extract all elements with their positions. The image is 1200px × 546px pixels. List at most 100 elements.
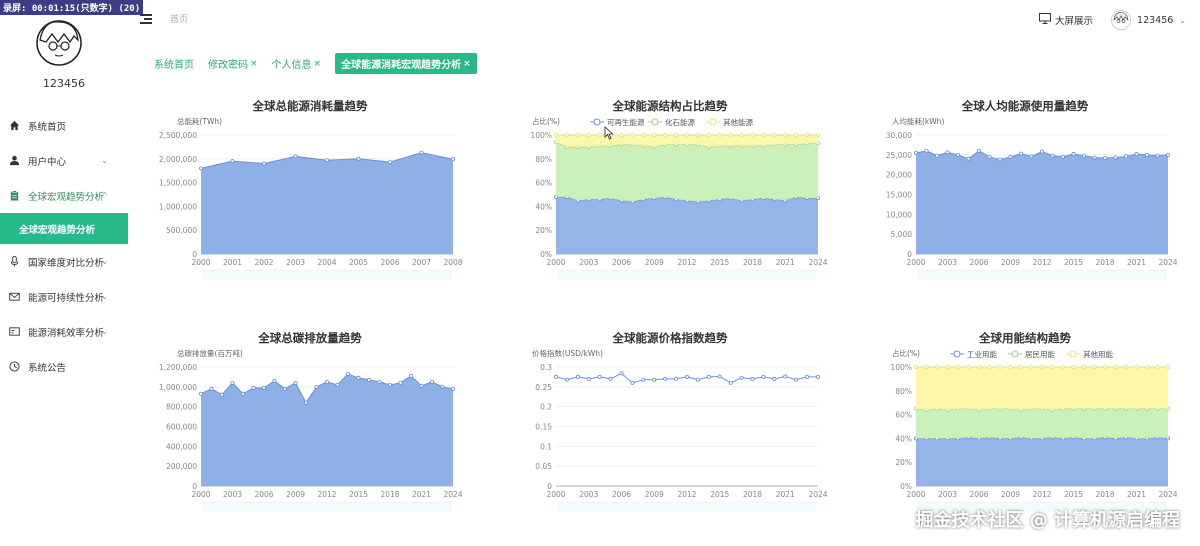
y-axis-label: 总能耗(TWh) — [177, 116, 222, 126]
data-point — [619, 371, 624, 376]
topbar-avatar[interactable] — [1111, 10, 1132, 30]
sidebar-item-efficiency[interactable]: 能源消耗效率分析 ⌄ — [0, 314, 128, 349]
data-point — [739, 133, 744, 138]
data-point — [1102, 365, 1107, 370]
tab-change-password[interactable]: 修改密码 × — [208, 56, 258, 72]
data-point — [1134, 365, 1139, 370]
y-tick-label: 25,000 — [886, 151, 912, 160]
data-point — [1155, 365, 1160, 370]
data-point — [586, 376, 591, 381]
data-point — [387, 160, 392, 165]
sidebar-item-label: 能源可持续性分析 — [28, 292, 105, 304]
breadcrumb[interactable]: 首页 — [170, 12, 188, 25]
data-point — [805, 133, 810, 138]
sidebar-subitem-global-trend[interactable]: 全球宏观趋势分析 — [0, 213, 128, 244]
x-tick-label: 2003 — [938, 258, 957, 267]
data-point — [408, 373, 413, 378]
user-name: 123456 — [43, 77, 85, 90]
user-avatar[interactable] — [34, 18, 84, 68]
data-point — [674, 133, 679, 138]
big-screen-button[interactable]: 大屏展示 — [1039, 13, 1093, 27]
sidebar-item-label: 国家维度对比分析 — [28, 257, 105, 269]
tab-personal-info[interactable]: 个人信息 × — [271, 56, 322, 72]
y-tick-label: 1,000,000 — [159, 383, 197, 392]
zoom-slider — [917, 269, 1167, 280]
sidebar-item-country-compare[interactable]: 国家维度对比分析 ⌄ — [0, 244, 128, 279]
chevron-down-icon[interactable]: ⌄ — [1179, 16, 1186, 25]
tab-global-energy-trend[interactable]: 全球能源消耗宏观趋势分析 × — [335, 53, 477, 74]
data-point — [230, 159, 235, 164]
data-point — [815, 133, 820, 138]
data-point — [293, 380, 298, 385]
tab-label: 修改密码 — [208, 60, 248, 71]
chart-price-index: 全球能源价格指数趋势 价格指数(USD/kWh) 0 0.05 0.1 0.15 0.2 0… — [510, 330, 830, 520]
y-tick-label: 2,500,000 — [159, 131, 197, 140]
y-tick-label: 2,000,000 — [159, 155, 197, 164]
data-point — [728, 133, 733, 138]
data-point — [684, 133, 689, 138]
data-point — [997, 365, 1002, 370]
data-point — [1039, 149, 1044, 154]
x-tick-label: 2003 — [286, 258, 305, 267]
x-tick-label: 2006 — [254, 490, 273, 499]
series-area — [916, 367, 1168, 410]
topbar-username[interactable]: 123456 — [1137, 15, 1173, 26]
data-point — [1123, 154, 1128, 159]
sidebar-item-global-trend[interactable]: 全球宏观趋势分析 ^ — [0, 178, 128, 213]
x-tick-label: 2024 — [1158, 490, 1177, 499]
data-point — [1134, 152, 1139, 157]
x-tick-label: 2005 — [349, 258, 368, 267]
data-point — [619, 133, 624, 138]
x-tick-label: 2018 — [743, 258, 762, 267]
tab-home[interactable]: 系统首页 — [154, 56, 194, 71]
x-tick-label: 2018 — [1095, 490, 1114, 499]
monitor-icon — [1039, 13, 1052, 27]
data-point — [652, 133, 657, 138]
data-point — [377, 379, 382, 384]
sidebar-item-sustainability[interactable]: 能源可持续性分析 ⌄ — [0, 279, 128, 314]
y-tick-label: 80% — [535, 155, 552, 164]
chart-energy-use-structure: 全球用能结构趋势 占比(%) 0% 20% 40% 60% 80% 100% 2000 2003… — [870, 330, 1180, 520]
x-tick-label: 2002 — [254, 258, 273, 267]
data-point — [230, 380, 235, 385]
x-tick-label: 2021 — [776, 258, 795, 267]
close-icon[interactable]: × — [463, 59, 471, 69]
data-point — [1144, 365, 1149, 370]
sidebar-item-announcements[interactable]: 系统公告 — [0, 349, 128, 384]
data-point — [630, 380, 635, 385]
y-tick-label: 500,000 — [166, 226, 197, 235]
x-tick-label: 2003 — [223, 490, 242, 499]
x-tick-label: 2021 — [412, 490, 431, 499]
y-axis-label: 占比(%) — [892, 348, 920, 358]
tab-label: 个人信息 — [271, 60, 312, 71]
chevron-down-icon: ⌄ — [101, 156, 108, 165]
data-point — [966, 156, 971, 161]
data-point — [1113, 365, 1118, 370]
data-point — [1092, 155, 1097, 160]
data-point — [199, 391, 204, 396]
data-point — [706, 374, 711, 379]
data-point — [1102, 156, 1107, 161]
data-point — [935, 365, 940, 370]
x-tick-label: 2012 — [1032, 490, 1051, 499]
watermark: 掘金技术社区 @ 计算机源启编程 — [915, 510, 1180, 531]
chart-svg: 总碳排放量(百万吨)0200,000400,000600,000800,0001… — [159, 348, 463, 512]
data-point — [1081, 153, 1086, 158]
sidebar-item-home[interactable]: 系统首页 — [0, 108, 128, 143]
close-icon[interactable]: × — [314, 59, 322, 69]
recorder-overlay: 录屏: 00:01:15(只数字) (20) — [0, 0, 144, 15]
close-icon[interactable]: × — [250, 59, 258, 69]
y-tick-label: 5,000 — [891, 230, 913, 239]
data-point — [324, 158, 329, 163]
chart-per-capita-energy: 全球人均能源使用量趋势 人均能耗(kWh) 0 5,000 10,000 15,000 2… — [870, 98, 1180, 288]
x-tick-label: 2021 — [1127, 258, 1146, 267]
sidebar-item-user-center[interactable]: 用户中心 ⌄ — [0, 143, 128, 178]
data-point — [977, 365, 982, 370]
big-screen-label: 大屏展示 — [1055, 16, 1094, 27]
series-area — [556, 196, 818, 254]
data-point — [554, 374, 559, 379]
data-point — [251, 385, 256, 390]
sidebar-item-label: 系统公告 — [28, 362, 67, 374]
data-point — [1144, 152, 1149, 157]
x-tick-label: 2009 — [645, 258, 664, 267]
